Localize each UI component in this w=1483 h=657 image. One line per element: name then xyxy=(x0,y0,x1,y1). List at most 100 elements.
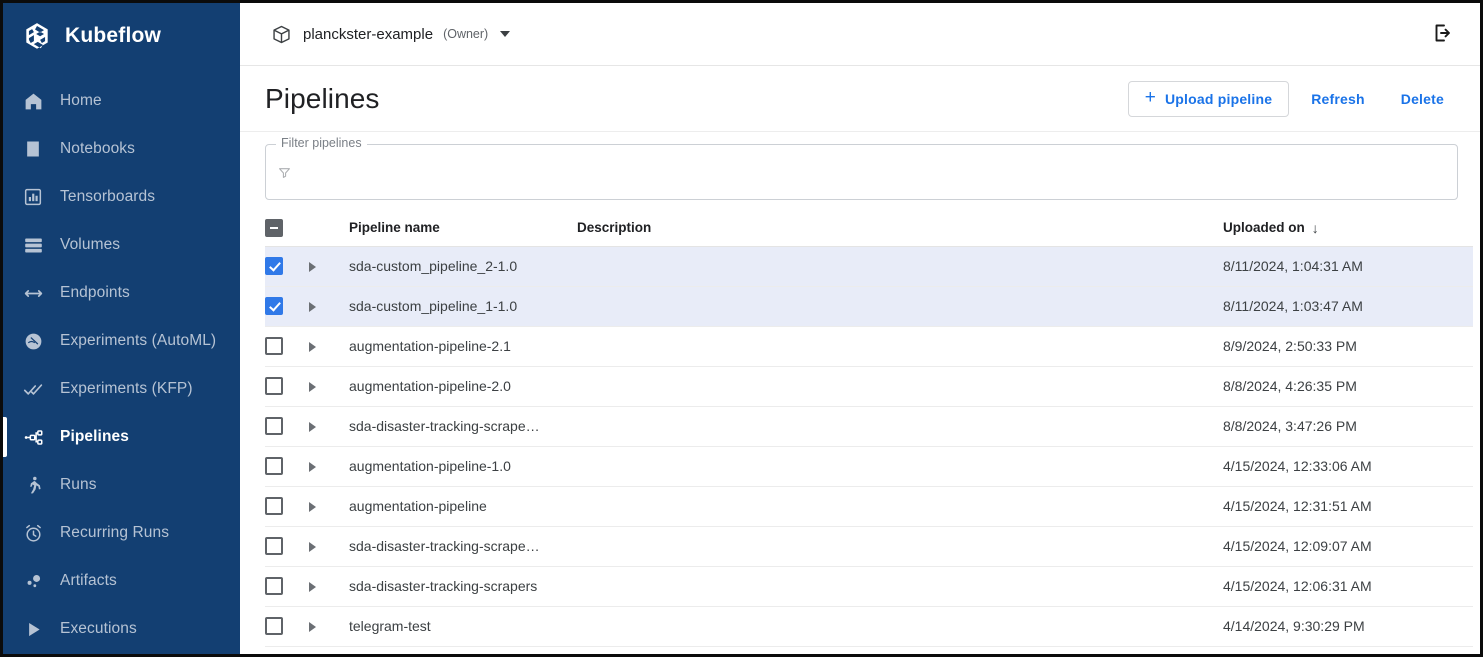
sidebar-item-experiments-automl[interactable]: Experiments (AutoML) xyxy=(3,317,240,365)
table-row[interactable]: sda-disaster-tracking-scrape… 8/8/2024, 3… xyxy=(265,406,1473,446)
logout-button[interactable] xyxy=(1426,17,1460,51)
chevron-down-icon xyxy=(500,31,511,37)
delete-button[interactable]: Delete xyxy=(1387,81,1458,117)
sidebar-item-home[interactable]: Home xyxy=(3,77,240,125)
table-row[interactable]: augmentation-pipeline 4/15/2024, 12:31:51… xyxy=(265,486,1473,526)
row-checkbox[interactable] xyxy=(265,537,283,556)
row-checkbox[interactable] xyxy=(265,617,283,636)
description-cell xyxy=(577,366,1223,406)
kubeflow-logo-icon xyxy=(22,21,52,51)
row-checkbox[interactable] xyxy=(265,297,283,316)
sidebar-item-runs[interactable]: Runs xyxy=(3,461,240,509)
table-row[interactable]: sda-custom_pipeline_1-1.0 8/11/2024, 1:03… xyxy=(265,286,1473,326)
sidebar-item-artifacts[interactable]: Artifacts xyxy=(3,557,240,605)
table-row[interactable]: sda-disaster-tracking-scrape… 4/15/2024, … xyxy=(265,526,1473,566)
pipeline-name-cell[interactable]: sda-disaster-tracking-scrape… xyxy=(349,406,577,446)
expand-row-icon[interactable] xyxy=(309,622,316,633)
sidebar-item-label: Artifacts xyxy=(60,572,117,589)
table-row[interactable]: augmentation-pipeline-1.0 4/15/2024, 12:3… xyxy=(265,446,1473,486)
table-row[interactable]: sda-custom_pipeline_2-1.0 8/11/2024, 1:04… xyxy=(265,246,1473,286)
expand-row-icon[interactable] xyxy=(309,302,316,313)
sidebar-item-label: Endpoints xyxy=(60,284,130,301)
table-row[interactable]: telegram-test 4/14/2024, 9:30:29 PM xyxy=(265,606,1473,646)
row-expander-cell xyxy=(309,246,349,286)
refresh-button[interactable]: Refresh xyxy=(1297,81,1379,117)
uploaded-on-cell: 4/15/2024, 12:31:51 AM xyxy=(1223,498,1372,514)
pipeline-name-header[interactable]: Pipeline name xyxy=(349,210,577,247)
expand-row-icon[interactable] xyxy=(309,542,316,553)
brand[interactable]: Kubeflow xyxy=(3,3,240,69)
sidebar-item-notebooks[interactable]: Notebooks xyxy=(3,125,240,173)
row-select-cell xyxy=(265,286,309,326)
description-header[interactable]: Description xyxy=(577,210,1223,247)
brand-name: Kubeflow xyxy=(65,24,162,47)
pipeline-name-cell[interactable]: augmentation-pipeline-1.0 xyxy=(349,446,577,486)
namespace-selector[interactable]: planckster-example (Owner) xyxy=(265,19,516,49)
page-actions: + Upload pipeline Refresh Delete xyxy=(1127,80,1458,117)
filter-field[interactable]: Filter pipelines xyxy=(265,137,1458,200)
expand-row-icon[interactable] xyxy=(309,462,316,473)
uploaded-on-cell: 4/15/2024, 12:33:06 AM xyxy=(1223,458,1372,474)
row-select-cell xyxy=(265,486,309,526)
pipeline-name-cell[interactable]: sda-disaster-tracking-scrapers xyxy=(349,566,577,606)
artifacts-dots-icon xyxy=(22,570,44,592)
expand-row-icon[interactable] xyxy=(309,382,316,393)
double-check-icon xyxy=(22,378,44,400)
expand-row-icon[interactable] xyxy=(309,422,316,433)
alarm-clock-icon xyxy=(22,522,44,544)
table-row[interactable]: sda-disaster-tracking-scrapers 4/15/2024,… xyxy=(265,566,1473,606)
sidebar-item-endpoints[interactable]: Endpoints xyxy=(3,269,240,317)
select-all-checkbox[interactable] xyxy=(265,218,283,237)
row-checkbox[interactable] xyxy=(265,417,283,436)
row-expander-cell xyxy=(309,366,349,406)
sidebar-item-volumes[interactable]: Volumes xyxy=(3,221,240,269)
uploaded-on-header-label: Uploaded on xyxy=(1223,220,1305,236)
sidebar-item-pipelines[interactable]: Pipelines xyxy=(3,413,240,461)
pipeline-name-cell[interactable]: sda-custom_pipeline_1-1.0 xyxy=(349,286,577,326)
row-checkbox[interactable] xyxy=(265,497,283,516)
code-arrows-icon xyxy=(22,282,44,304)
expand-row-icon[interactable] xyxy=(309,342,316,353)
expand-row-icon[interactable] xyxy=(309,262,316,273)
namespace-name: planckster-example xyxy=(303,25,434,43)
select-all-header xyxy=(265,210,309,247)
row-checkbox[interactable] xyxy=(265,457,283,476)
sidebar-item-executions[interactable]: Executions xyxy=(3,605,240,653)
pipelines-table: Pipeline name Description Uploaded on ↓ xyxy=(265,210,1473,647)
plus-icon: + xyxy=(1144,87,1156,108)
delete-label: Delete xyxy=(1400,90,1444,107)
expand-row-icon[interactable] xyxy=(309,582,316,593)
uploaded-on-cell: 8/11/2024, 1:03:47 AM xyxy=(1223,298,1363,314)
sidebar-item-experiments-kfp[interactable]: Experiments (KFP) xyxy=(3,365,240,413)
description-cell xyxy=(577,486,1223,526)
sidebar-item-label: Pipelines xyxy=(60,428,129,445)
filter-input[interactable] xyxy=(298,145,1445,199)
uploaded-on-sort[interactable]: Uploaded on ↓ xyxy=(1223,220,1319,235)
description-cell xyxy=(577,286,1223,326)
table-row[interactable]: augmentation-pipeline-2.0 8/8/2024, 4:26:… xyxy=(265,366,1473,406)
pipeline-name-cell[interactable]: augmentation-pipeline-2.1 xyxy=(349,326,577,366)
table-header-row: Pipeline name Description Uploaded on ↓ xyxy=(265,210,1473,247)
row-checkbox[interactable] xyxy=(265,377,283,396)
pipeline-name-cell[interactable]: augmentation-pipeline xyxy=(349,486,577,526)
upload-pipeline-label: Upload pipeline xyxy=(1165,90,1273,107)
row-checkbox[interactable] xyxy=(265,257,283,276)
uploaded-on-cell: 8/9/2024, 2:50:33 PM xyxy=(1223,338,1357,354)
namespace-role: (Owner) xyxy=(443,27,489,41)
upload-pipeline-button[interactable]: + Upload pipeline xyxy=(1127,80,1290,117)
notebook-icon xyxy=(22,138,44,160)
pipeline-name-cell[interactable]: telegram-test xyxy=(349,606,577,646)
pipeline-name-cell[interactable]: sda-disaster-tracking-scrape… xyxy=(349,526,577,566)
sidebar-item-recurring-runs[interactable]: Recurring Runs xyxy=(3,509,240,557)
row-checkbox[interactable] xyxy=(265,337,283,356)
table-row[interactable]: augmentation-pipeline-2.1 8/9/2024, 2:50:… xyxy=(265,326,1473,366)
uploaded-on-cell: 8/8/2024, 3:47:26 PM xyxy=(1223,418,1357,434)
pipeline-name-cell[interactable]: sda-custom_pipeline_2-1.0 xyxy=(349,246,577,286)
uploaded-on-header[interactable]: Uploaded on ↓ xyxy=(1223,210,1473,247)
pipeline-name-cell[interactable]: augmentation-pipeline-2.0 xyxy=(349,366,577,406)
page-header: Pipelines + Upload pipeline Refresh Dele… xyxy=(240,66,1480,132)
row-checkbox[interactable] xyxy=(265,577,283,596)
sidebar-item-tensorboards[interactable]: Tensorboards xyxy=(3,173,240,221)
expand-row-icon[interactable] xyxy=(309,502,316,513)
pipeline-graph-icon xyxy=(22,426,44,448)
